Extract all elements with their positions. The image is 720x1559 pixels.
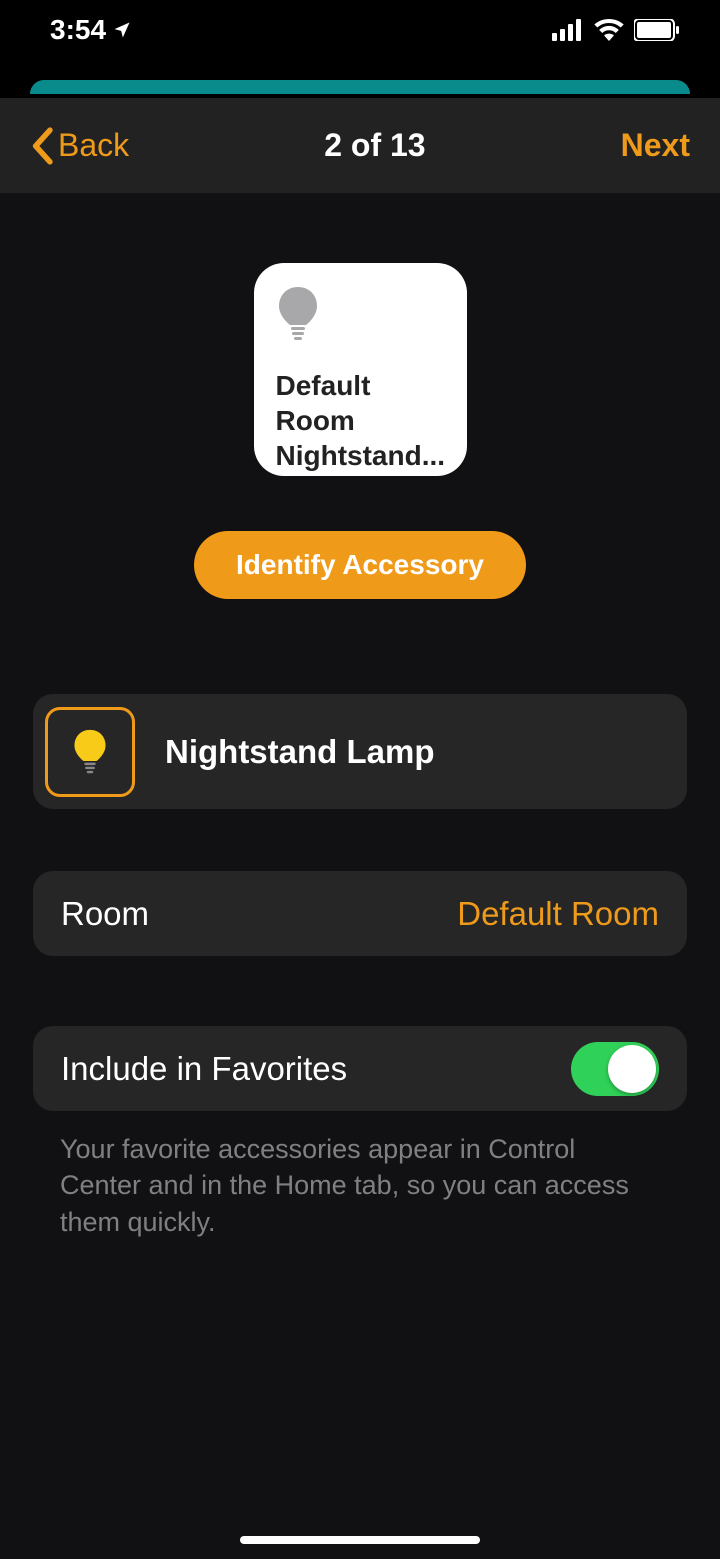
room-label: Room: [61, 895, 149, 933]
time-text: 3:54: [50, 14, 106, 46]
back-button[interactable]: Back: [30, 127, 129, 165]
room-row[interactable]: Room Default Room: [33, 871, 687, 956]
next-button[interactable]: Next: [621, 127, 690, 164]
location-icon: [112, 20, 132, 40]
battery-icon: [634, 19, 680, 41]
favorites-footer-text: Your favorite accessories appear in Cont…: [60, 1131, 660, 1240]
accessory-name-input[interactable]: [165, 733, 659, 771]
lightbulb-icon: [276, 285, 445, 348]
toggle-knob: [608, 1045, 656, 1093]
status-bar: 3:54: [0, 0, 720, 60]
tile-line1: Default Room: [276, 368, 445, 438]
cellular-icon: [552, 19, 584, 41]
status-time: 3:54: [50, 14, 132, 46]
wifi-icon: [594, 19, 624, 41]
tile-line2: Nightstand...: [276, 438, 445, 473]
icon-selector[interactable]: [45, 707, 135, 797]
nav-bar: Back 2 of 13 Next: [0, 98, 720, 193]
lightbulb-on-icon: [72, 728, 108, 776]
favorites-toggle[interactable]: [571, 1042, 659, 1096]
back-label: Back: [58, 127, 129, 164]
tile-text: Default Room Nightstand...: [276, 368, 445, 473]
accessory-tile[interactable]: Default Room Nightstand...: [254, 263, 467, 476]
name-row[interactable]: [33, 694, 687, 809]
chevron-left-icon: [30, 127, 54, 165]
room-value: Default Room: [457, 895, 659, 933]
home-indicator[interactable]: [240, 1536, 480, 1544]
identify-button[interactable]: Identify Accessory: [194, 531, 526, 599]
favorites-label: Include in Favorites: [61, 1050, 347, 1088]
favorites-row: Include in Favorites: [33, 1026, 687, 1111]
content: Default Room Nightstand... Identify Acce…: [0, 193, 720, 1559]
card-behind: [30, 80, 690, 94]
status-icons: [552, 19, 680, 41]
nav-title: 2 of 13: [324, 127, 425, 164]
